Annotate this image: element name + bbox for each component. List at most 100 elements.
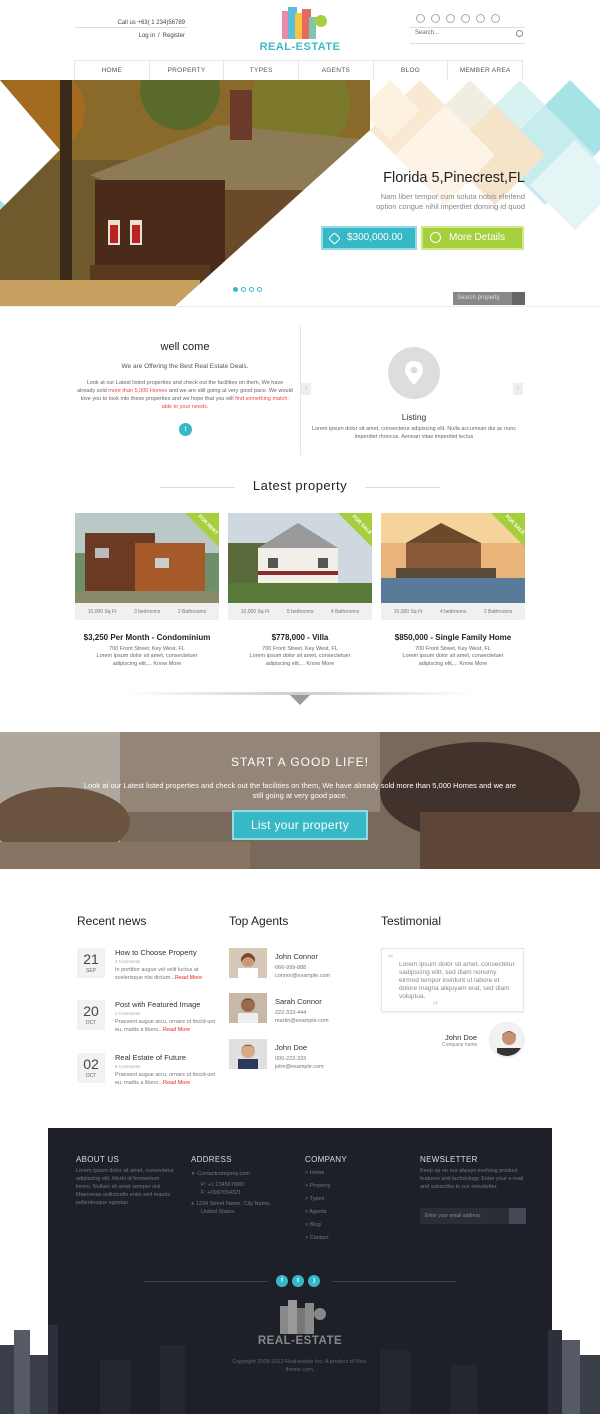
agent-item[interactable]: John Doe 000-222-333 john@example.com <box>229 1039 369 1071</box>
avatar[interactable] <box>229 1039 267 1069</box>
header-divider <box>410 27 525 28</box>
property-image[interactable]: FOR RENT <box>75 513 219 603</box>
footer-rule <box>143 1281 268 1282</box>
read-more-link[interactable]: Read More <box>163 1027 190 1033</box>
welcome-text: Look at our Latest listed properties and… <box>77 379 293 411</box>
footer-newsletter-title: NEWSLETTER <box>420 1155 478 1164</box>
property-title[interactable]: $3,250 Per Month - Condominium <box>75 633 219 642</box>
twitter-icon[interactable]: t <box>179 423 192 436</box>
search-icon[interactable] <box>516 30 523 37</box>
login-link[interactable]: Log in <box>139 33 155 39</box>
news-excerpt: Praesent augue arcu, ornare ut tincid-un… <box>115 1071 215 1087</box>
dribbble-icon[interactable] <box>446 14 455 23</box>
send-icon[interactable] <box>509 1208 526 1224</box>
footer-link-blog[interactable]: > Blog <box>305 1219 405 1232</box>
twitter-icon[interactable] <box>431 14 440 23</box>
avatar[interactable] <box>229 993 267 1023</box>
footer-link-types[interactable]: > Types <box>305 1193 405 1206</box>
prev-arrow-icon[interactable]: ‹ <box>301 383 311 395</box>
property-card[interactable]: FOR RENT 10,000 Sq Ft 3 bedrooms 2 Bathr… <box>75 513 219 668</box>
slider-dot[interactable] <box>257 287 262 292</box>
agent-name[interactable]: John Doe <box>275 1043 307 1052</box>
logo-text[interactable]: REAL-ESTATE <box>252 41 348 53</box>
read-more-link[interactable]: Read More <box>175 975 202 981</box>
news-item[interactable]: 20 OCT Post with Featured Image 2 Comment… <box>77 1000 217 1044</box>
property-features: 10,000 Sq Ft 3 bedrooms 2 Bathrooms <box>75 603 219 620</box>
more-details-label: More Details <box>449 232 506 243</box>
footer-company-title: COMPANY <box>305 1155 347 1164</box>
property-desc: adipiscing elit,... Know More <box>112 661 182 667</box>
footer-link-property[interactable]: > Property <box>305 1180 405 1193</box>
twitter-icon[interactable]: t <box>292 1275 304 1287</box>
property-desc: Lorem ipsum dolor sit amet, consectetuer <box>402 653 504 659</box>
slider-dot[interactable] <box>249 287 254 292</box>
search-property-button[interactable]: Search property <box>453 292 525 305</box>
agent-email[interactable]: connor@example.com <box>275 972 330 980</box>
footer-logo-text: REAL-ESTATE <box>257 1335 343 1347</box>
search-input[interactable]: Search... <box>415 30 526 42</box>
testimonial-quote: Lorem ipsum dolor sit amet, consectetur … <box>399 961 515 1000</box>
header-contact: Call us +63( 1 234)56789 Log in / Register <box>75 17 185 43</box>
top-agents-title: Top Agents <box>229 914 289 928</box>
nav-home[interactable]: HOME <box>75 61 150 80</box>
more-details-button[interactable]: More Details <box>421 226 524 250</box>
baths-text: 2 Bathrooms <box>483 608 513 615</box>
agent-item[interactable]: John Connor 666-999-888 connor@example.co… <box>229 948 369 980</box>
register-link[interactable]: Register <box>163 33 185 39</box>
news-title[interactable]: How to Choose Property <box>115 948 225 957</box>
footer-link-contact[interactable]: > Contact <box>305 1232 405 1245</box>
list-property-button[interactable]: List your property <box>232 810 368 840</box>
footer-link-home[interactable]: > Home <box>305 1167 405 1180</box>
hero-subtitle-line: Nam liber tempor cum soluta nobis eleife… <box>380 192 525 201</box>
nav-agents[interactable]: AGENTS <box>299 61 374 80</box>
footer-link-agents[interactable]: > Agents <box>305 1206 405 1219</box>
news-title[interactable]: Post with Featured Image <box>115 1000 225 1009</box>
googleplus-icon[interactable] <box>476 14 485 23</box>
news-item[interactable]: 21 SEP How to Choose Property 2 Comments … <box>77 948 217 992</box>
property-title[interactable]: $778,000 - Villa <box>228 633 372 642</box>
agent-email[interactable]: martin@example.com <box>275 1017 329 1025</box>
next-arrow-icon[interactable]: › <box>513 383 523 395</box>
footer-address-line: United States. <box>201 1209 236 1215</box>
property-desc: adipiscing elit,... Know More <box>418 661 488 667</box>
agent-contact: 000-222-333 john@example.com <box>275 1055 324 1071</box>
property-desc: Lorem ipsum dolor sit amet, consectetuer <box>96 653 198 659</box>
avatar[interactable] <box>229 948 267 978</box>
property-image[interactable]: FOR SALE <box>228 513 372 603</box>
nav-member-area[interactable]: MEMBER AREA <box>448 61 522 80</box>
news-title[interactable]: Real Estate of Future <box>115 1053 225 1062</box>
property-card[interactable]: FOR SALE 10,000 Sq Ft 4 bedrooms 2 Bathr… <box>381 513 525 668</box>
welcome-link[interactable]: more than 5,000 Homes <box>108 388 167 394</box>
nav-property[interactable]: PROPERTY <box>150 61 225 80</box>
area-text: 10,000 Sq Ft <box>87 608 117 615</box>
newsletter-email-input[interactable]: Enter your email address <box>420 1208 526 1224</box>
property-title[interactable]: $850,000 - Single Family Home <box>381 633 525 642</box>
hero-subtitle-line: option congue nihil imperdiet doming id … <box>376 202 525 211</box>
nav-blog[interactable]: BLOG <box>374 61 449 80</box>
chevron-down-icon[interactable] <box>290 695 310 705</box>
pinterest-icon[interactable] <box>461 14 470 23</box>
property-card[interactable]: FOR SALE 10,000 Sq Ft 5 bedrooms 4 Bathr… <box>228 513 372 668</box>
agent-name[interactable]: John Connor <box>275 952 318 961</box>
agent-name[interactable]: Sarah Connor <box>275 997 322 1006</box>
price-label: $300,000.00 <box>347 232 403 243</box>
read-more-link[interactable]: Read More <box>163 1080 190 1086</box>
hero-title: Florida 5,Pinecrest,FL <box>383 170 525 186</box>
welcome-title: well come <box>160 341 210 353</box>
slider-dot[interactable] <box>241 287 246 292</box>
news-item[interactable]: 02 OCT Real Estate of Future 6 Comments P… <box>77 1053 217 1097</box>
rss-icon[interactable]: ) <box>308 1275 320 1287</box>
facebook-icon[interactable] <box>416 14 425 23</box>
property-image[interactable]: FOR SALE <box>381 513 525 603</box>
avatar <box>489 1022 525 1058</box>
rss-icon[interactable] <box>491 14 500 23</box>
footer-email[interactable]: Contactcompany.com <box>197 1171 250 1177</box>
price-button[interactable]: $300,000.00 <box>321 226 417 250</box>
testimonial-card: “ Lorem ipsum dolor sit amet, consectetu… <box>381 948 524 1015</box>
agent-item[interactable]: Sarah Connor 222-333-444 martin@example.c… <box>229 993 369 1025</box>
slider-dot[interactable] <box>233 287 238 292</box>
facebook-icon[interactable]: f <box>276 1275 288 1287</box>
quote-close-icon: ” <box>432 1000 439 1015</box>
nav-types[interactable]: TYPES <box>224 61 300 80</box>
agent-email[interactable]: john@example.com <box>275 1063 324 1071</box>
